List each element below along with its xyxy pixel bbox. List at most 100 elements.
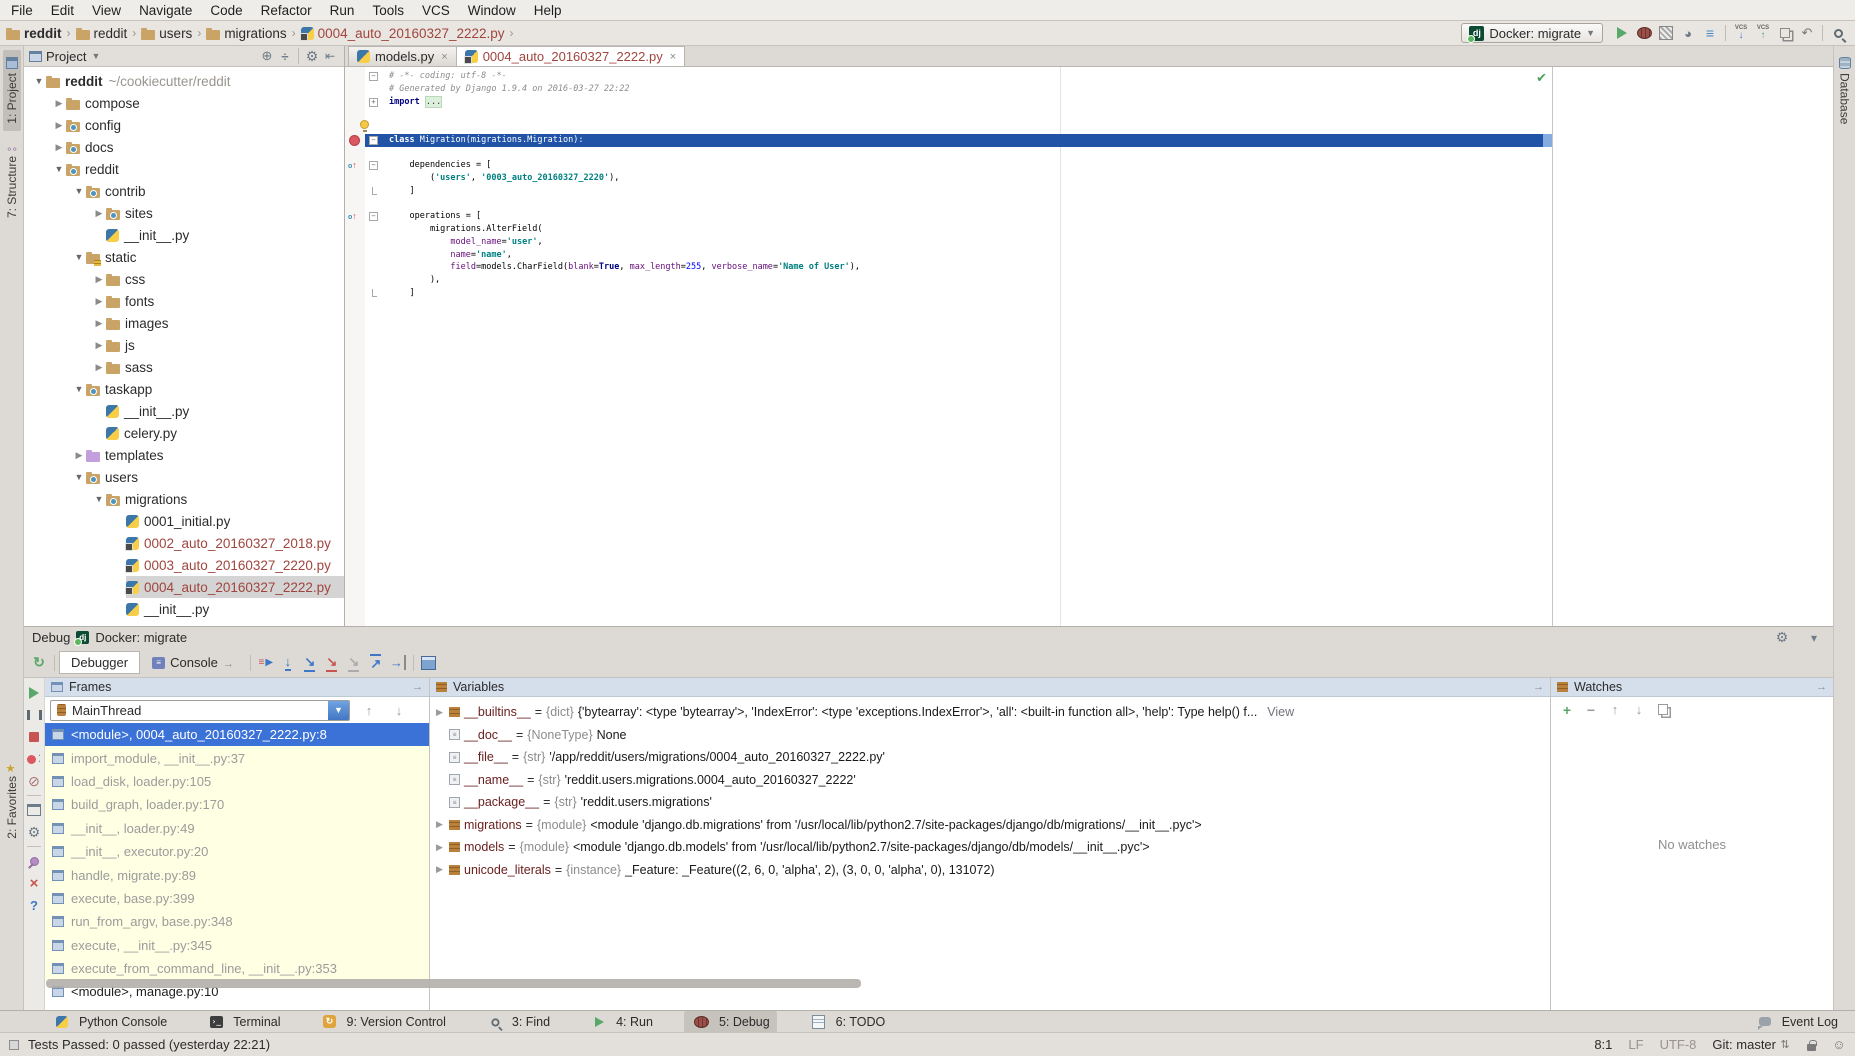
tree-item-fonts[interactable]: ▶fonts bbox=[24, 290, 344, 312]
up-icon[interactable] bbox=[1605, 701, 1625, 719]
code-line-6[interactable]: class Migration(migrations.Migration): bbox=[345, 134, 1552, 147]
stack-frame-row[interactable]: execute_from_command_line, __init__.py:3… bbox=[45, 957, 429, 980]
collapse-all-icon[interactable] bbox=[276, 47, 294, 65]
code-line-14[interactable]: model_name='user', bbox=[345, 236, 1552, 249]
tool-window-button----project[interactable]: 1: Project bbox=[3, 50, 21, 131]
stack-frame-row[interactable]: __init__, loader.py:49 bbox=[45, 817, 429, 840]
code-line-5[interactable] bbox=[345, 121, 1552, 134]
mute-icon[interactable] bbox=[24, 770, 44, 792]
revert-icon[interactable] bbox=[1796, 24, 1818, 42]
tool-window-button----favorites[interactable]: 2: Favorites bbox=[3, 753, 21, 846]
editor-tab-models-py[interactable]: models.py× bbox=[348, 46, 457, 66]
pause-icon[interactable] bbox=[24, 704, 44, 726]
compare-icon[interactable] bbox=[1774, 24, 1796, 42]
fold-marker-icon[interactable] bbox=[372, 289, 377, 297]
breakpoints-icon[interactable] bbox=[24, 748, 44, 770]
run-configuration-selector[interactable]: dj Docker: migrate ▼ bbox=[1461, 23, 1603, 43]
code-line-10[interactable]: ] bbox=[345, 185, 1552, 198]
menu-item-tools[interactable]: Tools bbox=[363, 2, 413, 19]
fold-marker-icon[interactable]: − bbox=[369, 72, 378, 81]
copy-icon[interactable] bbox=[1653, 701, 1673, 719]
code-line-16[interactable]: field=models.CharField(blank=True, max_l… bbox=[345, 261, 1552, 274]
chevron-collapsed-icon[interactable]: ▶ bbox=[52, 142, 66, 153]
code-line-11[interactable] bbox=[345, 198, 1552, 211]
code-line-3[interactable]: import ... bbox=[345, 96, 1552, 109]
tool-window-button-9--version-control[interactable]: 9: Version Control bbox=[312, 1011, 453, 1033]
breadcrumb-item[interactable]: 0004_auto_20160327_2222.py bbox=[301, 26, 505, 41]
chevron-expanded-icon[interactable]: ▼ bbox=[72, 472, 86, 482]
smart-step-icon[interactable] bbox=[343, 654, 365, 672]
profiler-icon[interactable] bbox=[1677, 24, 1699, 42]
tree-item-contrib[interactable]: ▼contrib bbox=[24, 180, 344, 202]
code-line-8[interactable]: dependencies = [ bbox=[345, 159, 1552, 172]
tree-item-0001-initial-py[interactable]: 0001_initial.py bbox=[24, 510, 344, 532]
lock-icon[interactable] bbox=[1807, 1044, 1816, 1051]
chevron-collapsed-icon[interactable]: ▶ bbox=[92, 318, 106, 329]
view-link[interactable]: View bbox=[1267, 705, 1294, 719]
menu-item-code[interactable]: Code bbox=[201, 2, 251, 19]
tree-item-celery-py[interactable]: celery.py bbox=[24, 422, 344, 444]
tree-item-migrations[interactable]: ▼migrations bbox=[24, 488, 344, 510]
stack-frame-row[interactable]: import_module, __init__.py:37 bbox=[45, 746, 429, 769]
stack-frame-row[interactable]: execute, base.py:399 bbox=[45, 887, 429, 910]
tool-window-button-terminal[interactable]: Terminal bbox=[198, 1011, 287, 1033]
tree-item-static[interactable]: ▼static bbox=[24, 246, 344, 268]
force-step-into-icon[interactable] bbox=[321, 654, 343, 672]
run-icon[interactable] bbox=[1611, 24, 1633, 42]
stack-frame-row[interactable]: load_disk, loader.py:105 bbox=[45, 770, 429, 793]
evaluate-icon[interactable] bbox=[418, 654, 440, 672]
tool-window-button-5--debug[interactable]: 5: Debug bbox=[684, 1011, 777, 1033]
tree-item---init---py[interactable]: __init__.py bbox=[24, 400, 344, 422]
stack-frame-row[interactable]: <module>, 0004_auto_20160327_2222.py:8 bbox=[45, 723, 429, 746]
variable-row[interactable]: ▶migrations = {module} <module 'django.d… bbox=[430, 814, 1550, 837]
thread-dropdown[interactable]: MainThread ▼ bbox=[50, 700, 350, 721]
tool-window-button-python-console[interactable]: Python Console bbox=[44, 1011, 174, 1033]
inspections-profile-icon[interactable] bbox=[1832, 1036, 1846, 1054]
thread-dropdown-button[interactable]: ▼ bbox=[328, 701, 349, 720]
variable-row[interactable]: ≡__name__ = {str} 'reddit.users.migratio… bbox=[430, 769, 1550, 792]
stack-frame-row[interactable]: build_graph, loader.py:170 bbox=[45, 793, 429, 816]
breadcrumb-item[interactable]: users bbox=[141, 26, 192, 41]
add-icon[interactable] bbox=[1557, 701, 1577, 719]
remove-icon[interactable] bbox=[1581, 701, 1601, 719]
tree-item-images[interactable]: ▶images bbox=[24, 312, 344, 334]
hide-panel-icon[interactable] bbox=[1803, 629, 1825, 647]
stop-icon[interactable] bbox=[24, 726, 44, 748]
tool-window-button-database[interactable]: Database bbox=[1836, 50, 1854, 131]
code-line-1[interactable]: # -*- coding: utf-8 -*- bbox=[345, 70, 1552, 83]
variable-row[interactable]: ▶__builtins__ = {dict} {'bytearray': <ty… bbox=[430, 701, 1550, 724]
project-view-selector[interactable]: Project ▼ bbox=[46, 49, 100, 64]
pin-icon[interactable] bbox=[1533, 681, 1544, 693]
concurrency-icon[interactable] bbox=[1699, 24, 1721, 42]
debug-tab-console[interactable]: ≡Console bbox=[140, 651, 246, 674]
tree-item-css[interactable]: ▶css bbox=[24, 268, 344, 290]
code-line-17[interactable]: ), bbox=[345, 274, 1552, 287]
show-exec-icon[interactable] bbox=[255, 654, 277, 672]
vcs-update-icon[interactable]: VCS↓ bbox=[1730, 24, 1752, 42]
locate-icon[interactable] bbox=[258, 47, 276, 65]
fold-marker-icon[interactable] bbox=[372, 187, 377, 195]
stack-frame-row[interactable]: execute, __init__.py:345 bbox=[45, 934, 429, 957]
frame-up-icon[interactable] bbox=[358, 701, 380, 719]
tree-item-reddit[interactable]: ▼reddit bbox=[24, 158, 344, 180]
settings-icon[interactable] bbox=[1771, 629, 1793, 647]
code-line-4[interactable] bbox=[345, 108, 1552, 121]
chevron-expanded-icon[interactable]: ▼ bbox=[92, 494, 106, 504]
encoding-indicator[interactable]: UTF-8 bbox=[1660, 1037, 1697, 1052]
debug-icon[interactable] bbox=[1633, 24, 1655, 42]
tree-item-compose[interactable]: ▶compose bbox=[24, 92, 344, 114]
breadcrumb-item[interactable]: reddit bbox=[6, 26, 62, 41]
chevron-collapsed-icon[interactable]: ▶ bbox=[434, 707, 445, 718]
code-line-13[interactable]: migrations.AlterField( bbox=[345, 223, 1552, 236]
breadcrumb-item[interactable]: reddit bbox=[76, 26, 128, 41]
fold-marker-icon[interactable]: − bbox=[369, 161, 378, 170]
chevron-expanded-icon[interactable]: ▼ bbox=[72, 384, 86, 394]
fold-marker-icon[interactable]: − bbox=[369, 136, 378, 145]
event-log-button[interactable]: Event Log bbox=[1747, 1011, 1845, 1033]
tree-item-users[interactable]: ▼users bbox=[24, 466, 344, 488]
code-line-9[interactable]: ('users', '0003_auto_20160327_2220'), bbox=[345, 172, 1552, 185]
chevron-collapsed-icon[interactable]: ▶ bbox=[434, 842, 445, 853]
tree-item-reddit[interactable]: ▼reddit~/cookiecutter/reddit bbox=[24, 70, 344, 92]
tree-item-config[interactable]: ▶config bbox=[24, 114, 344, 136]
chevron-expanded-icon[interactable]: ▼ bbox=[72, 186, 86, 196]
